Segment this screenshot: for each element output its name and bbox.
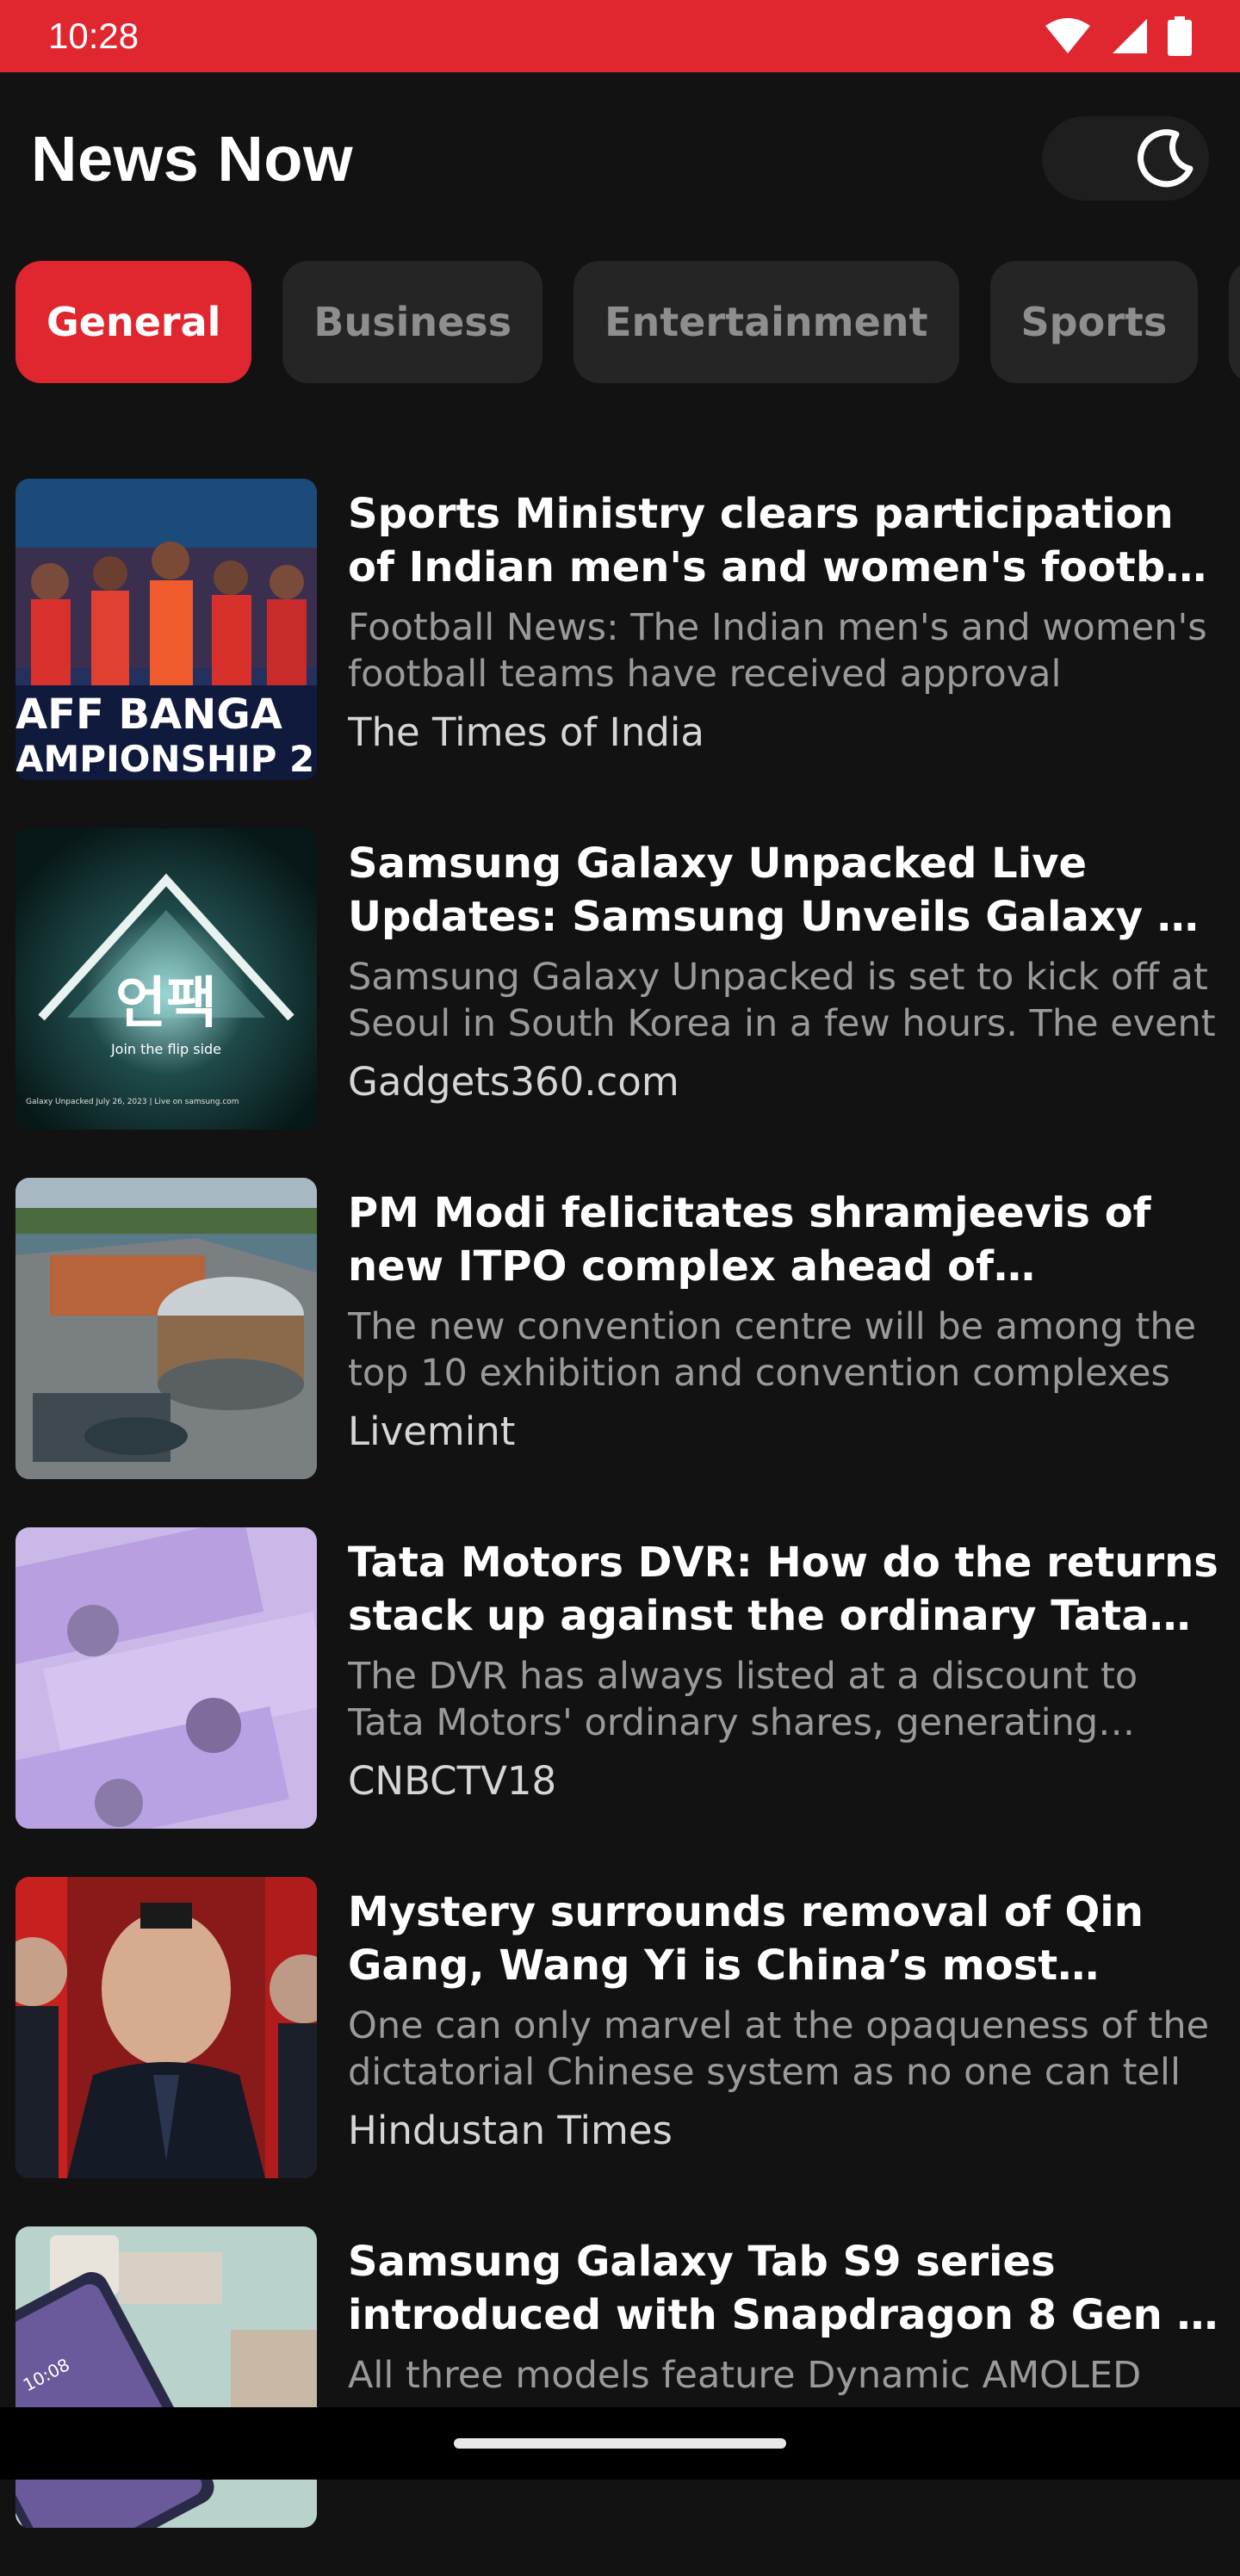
tab-business[interactable]: Business bbox=[282, 261, 543, 383]
article-title: PM Modi felicitates shramjeevis of new I… bbox=[348, 1189, 1151, 1291]
poster-title: 언팩 bbox=[115, 972, 217, 1036]
article-card[interactable]: AFF BANGA AMPIONSHIP 2 Sports Ministry c… bbox=[16, 479, 1224, 780]
banner-text: AMPIONSHIP 2 bbox=[16, 738, 314, 780]
article-source: CNBCTV18 bbox=[348, 1758, 557, 1804]
article-title: Samsung Galaxy Unpacked Live Updates: Sa… bbox=[348, 839, 1187, 941]
article-description: The new convention centre will be among … bbox=[348, 1305, 1197, 1395]
theme-toggle-button[interactable] bbox=[1042, 116, 1209, 201]
poster-footer: Galaxy Unpacked July 26, 2023 | Live on … bbox=[26, 1098, 239, 1106]
tab-health[interactable]: He bbox=[1229, 261, 1240, 383]
article-source: The Times of India bbox=[348, 709, 704, 755]
article-thumbnail bbox=[16, 1527, 317, 1829]
wifi-icon bbox=[1045, 18, 1090, 53]
banner-text: AFF BANGA bbox=[16, 690, 282, 739]
page-title: News Now bbox=[31, 122, 354, 195]
article-title: Tata Motors DVR: How do the returns stac… bbox=[348, 1539, 1218, 1640]
signal-icon bbox=[1113, 19, 1147, 53]
article-list: AFF BANGA AMPIONSHIP 2 Sports Ministry c… bbox=[16, 479, 1224, 2576]
article-source: Gadgets360.com bbox=[348, 1059, 679, 1105]
battery-icon bbox=[1168, 16, 1192, 56]
article-title: Samsung Galaxy Tab S9 series introduced … bbox=[348, 2238, 1206, 2339]
article-description: Samsung Galaxy Unpacked is set to kick o… bbox=[348, 956, 1216, 1045]
tab-general[interactable]: General bbox=[16, 261, 252, 383]
status-icons bbox=[1044, 16, 1192, 56]
status-time: 10:28 bbox=[48, 15, 140, 56]
article-title: Sports Ministry clears participation of … bbox=[348, 490, 1222, 591]
moon-icon bbox=[1138, 129, 1194, 188]
article-thumbnail bbox=[16, 1877, 317, 2178]
tab-sports[interactable]: Sports bbox=[989, 261, 1199, 383]
article-card[interactable]: Mystery surrounds removal of Qin Gang, W… bbox=[16, 1877, 1224, 2178]
article-card[interactable]: 10:08 Samsung Galaxy Tab S9 series intro… bbox=[16, 2226, 1224, 2528]
navigation-bar bbox=[0, 2407, 1240, 2480]
app-bar: News Now bbox=[0, 72, 1240, 245]
article-description: Football News: The Indian men's and wome… bbox=[348, 606, 1207, 696]
article-thumbnail bbox=[16, 1178, 317, 1479]
category-tabs: General Business Entertainment Sports He bbox=[16, 261, 1240, 383]
article-source: Livemint bbox=[348, 1409, 516, 1454]
article-card[interactable]: PM Modi felicitates shramjeevis of new I… bbox=[16, 1178, 1224, 1479]
status-bar: 10:28 bbox=[0, 0, 1240, 72]
article-description: One can only marvel at the opaqueness of… bbox=[348, 2004, 1210, 2094]
article-card[interactable]: 언팩 Join the flip side Galaxy Unpacked Ju… bbox=[16, 828, 1224, 1130]
article-thumbnail: 언팩 Join the flip side Galaxy Unpacked Ju… bbox=[16, 828, 317, 1130]
poster-tagline: Join the flip side bbox=[110, 1041, 221, 1057]
article-source: Hindustan Times bbox=[348, 2108, 673, 2153]
home-gesture-handle[interactable] bbox=[454, 2438, 786, 2449]
article-description: All three models feature Dynamic AMOLED bbox=[348, 2354, 1142, 2397]
tab-entertainment[interactable]: Entertainment bbox=[574, 261, 959, 383]
article-thumbnail: AFF BANGA AMPIONSHIP 2 bbox=[16, 479, 317, 780]
article-card[interactable]: Tata Motors DVR: How do the returns stac… bbox=[16, 1527, 1224, 1829]
article-thumbnail: 10:08 bbox=[16, 2226, 317, 2528]
article-description: The DVR has always listed at a discount … bbox=[348, 1655, 1138, 1744]
article-title: Mystery surrounds removal of Qin Gang, W… bbox=[348, 1888, 1144, 1990]
